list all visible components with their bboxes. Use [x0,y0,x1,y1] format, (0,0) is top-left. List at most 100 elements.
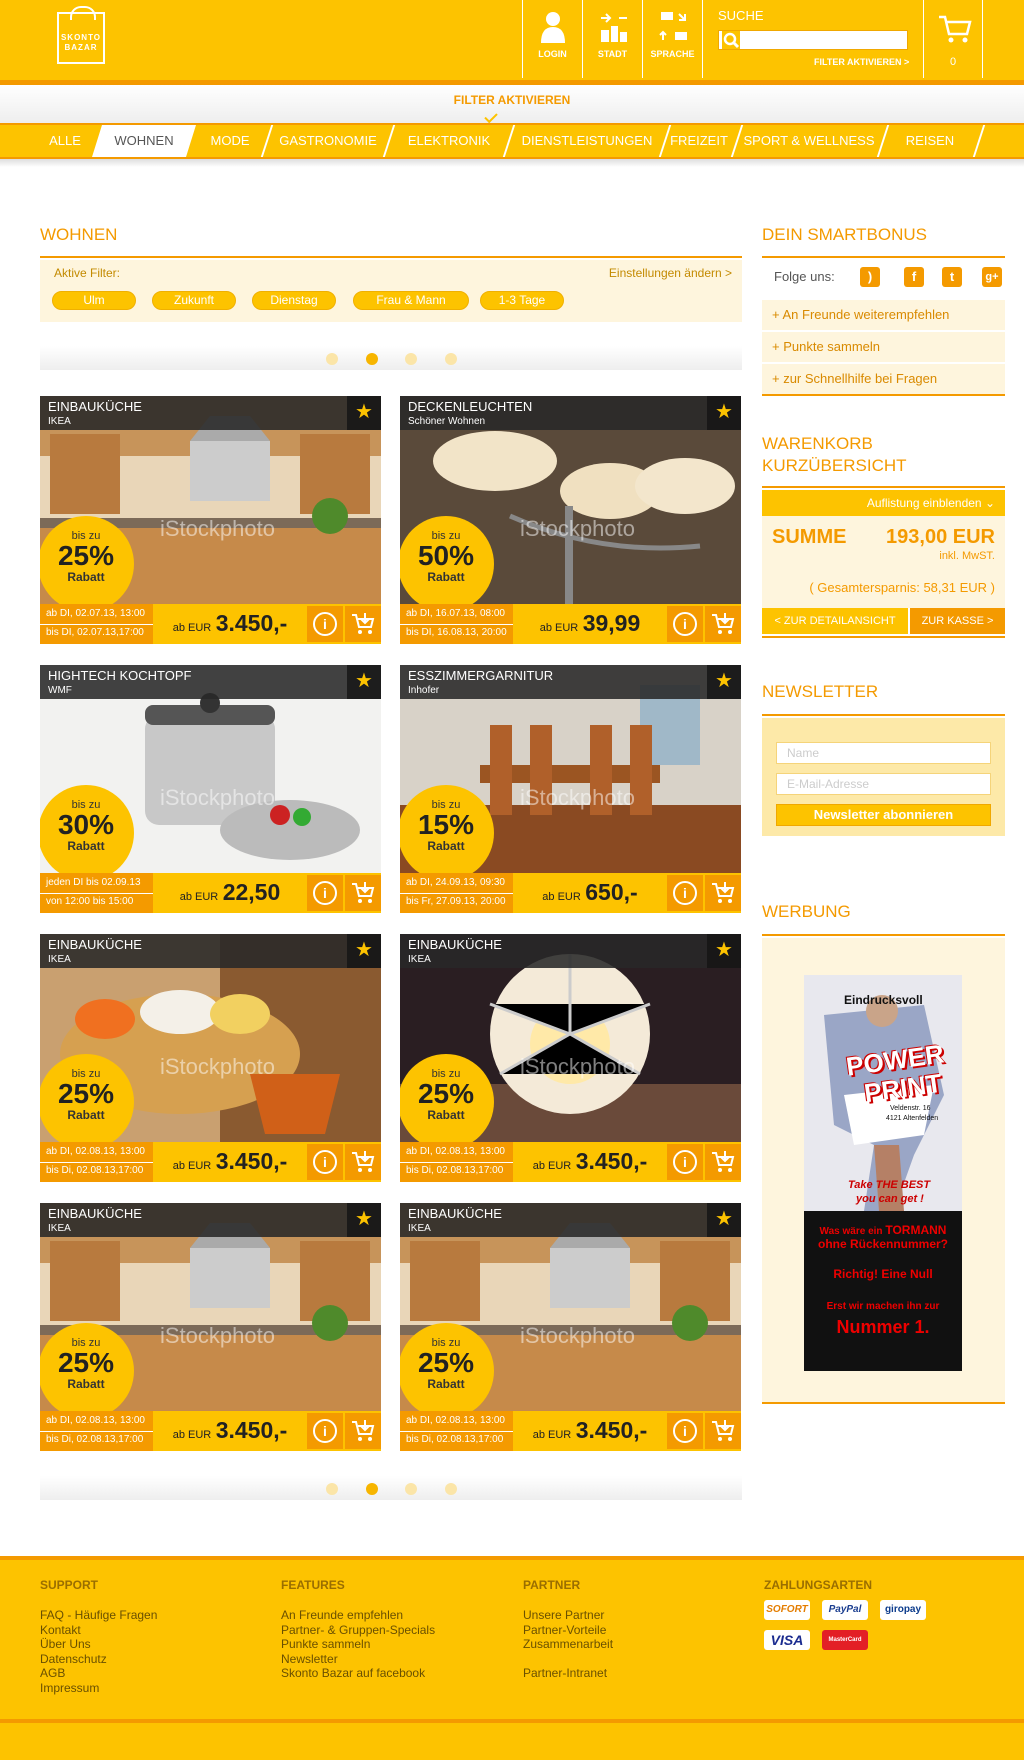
filter-bar[interactable]: FILTER AKTIVIEREN [0,85,1024,124]
change-settings-link[interactable]: Einstellungen ändern > [609,266,732,280]
add-to-cart-button[interactable] [705,1413,741,1449]
language-button[interactable]: SPRACHE [642,0,702,78]
nav-item-freizeit[interactable]: FREIZEIT [668,125,730,157]
mastercard-logo: MasterCard [822,1630,868,1650]
footer-link[interactable]: Datenschutz [40,1652,157,1667]
name-field[interactable]: Name [776,742,991,764]
google-plus-icon[interactable]: g+ [982,267,1002,287]
cart-button[interactable]: 0 [923,0,983,78]
pager-dot[interactable] [405,1483,417,1495]
product-card[interactable]: iStockphoto EINBAUKÜCHE IKEA ★ bis zu 25% Raba… [400,1203,741,1451]
footer-link[interactable]: Newsletter [281,1652,435,1667]
recommend-link[interactable]: + An Freunde weiterempfehlen [762,300,1005,330]
add-to-cart-button[interactable] [705,1144,741,1180]
footer-link[interactable]: Impressum [40,1681,157,1696]
favorite-star-icon[interactable]: ★ [347,934,381,968]
favorite-star-icon[interactable]: ★ [707,396,741,430]
cart-toggle[interactable]: Auflistung einblenden ⌄ [762,490,1005,516]
footer-link[interactable]: Partner- & Gruppen-Specials [281,1623,435,1638]
city-button[interactable]: STADT [582,0,642,78]
rss-icon[interactable]: ) [860,267,880,287]
nav-item-wohnen[interactable]: WOHNEN [92,125,196,157]
info-button[interactable]: i [307,875,343,911]
filter-chip[interactable]: Frau & Mann [353,291,469,310]
add-to-cart-button[interactable] [705,875,741,911]
nav-item-sport-wellness[interactable]: SPORT & WELLNESS [740,125,878,157]
footer-link[interactable]: Skonto Bazar auf facebook [281,1666,435,1681]
footer-link[interactable]: An Freunde empfehlen [281,1608,435,1623]
footer-link[interactable]: FAQ - Häufige Fragen [40,1608,157,1623]
favorite-star-icon[interactable]: ★ [347,665,381,699]
favorite-star-icon[interactable]: ★ [707,934,741,968]
footer-link[interactable]: Kontakt [40,1623,157,1638]
info-icon: i [313,612,337,636]
info-button[interactable]: i [667,606,703,642]
nav-item-alle[interactable]: ALLE [40,125,90,157]
info-button[interactable]: i [307,606,343,642]
product-card[interactable]: iStockphoto HIGHTECH KOCHTOPF WMF ★ bis zu 30… [40,665,381,913]
nav-item-elektronik[interactable]: ELEKTRONIK [394,125,504,157]
twitter-icon[interactable]: t [942,267,962,287]
facebook-icon[interactable]: f [904,267,924,287]
pager-dot-active[interactable] [366,1483,378,1495]
add-to-cart-button[interactable] [345,875,381,911]
logo[interactable]: SKONTO BAZAR [57,6,105,64]
pager-dot[interactable] [326,1483,338,1495]
footer-link[interactable]: Zusammenarbeit [523,1637,613,1652]
info-button[interactable]: i [667,1413,703,1449]
pager-dot[interactable] [445,1483,457,1495]
favorite-star-icon[interactable]: ★ [707,665,741,699]
product-card[interactable]: iStockphoto EINBAUKÜCHE IKEA ★ bis zu 25% Raba… [40,396,381,644]
nav-item-dienstleistungen[interactable]: DIENSTLEISTUNGEN [512,125,662,157]
login-button[interactable]: LOGIN [522,0,582,78]
detail-view-button[interactable]: < ZUR DETAILANSICHT [762,608,908,634]
add-to-cart-button[interactable] [345,1413,381,1449]
nav-item-gastronomie[interactable]: GASTRONOMIE [272,125,384,157]
help-link[interactable]: + zur Schnellhilfe bei Fragen [762,364,1005,394]
favorite-star-icon[interactable]: ★ [347,1203,381,1237]
pager-dot[interactable] [445,353,457,365]
product-card[interactable]: iStockphoto DECKENLEUCHTEN Schöner Wohnen ★… [400,396,741,644]
favorite-star-icon[interactable]: ★ [707,1203,741,1237]
add-to-cart-button[interactable] [705,606,741,642]
pager-dot[interactable] [405,353,417,365]
discount-badge: bis zu 25% Rabatt [40,516,134,612]
footer-link[interactable]: Partner-Vorteile [523,1623,613,1638]
flags-icon [659,12,687,40]
filter-chip[interactable]: Ulm [52,291,136,310]
add-to-cart-button[interactable] [345,1144,381,1180]
filter-chip[interactable]: Zukunft [152,291,236,310]
footer-link[interactable]: Punkte sammeln [281,1637,435,1652]
email-field[interactable]: E-Mail-Adresse [776,773,991,795]
product-card[interactable]: iStockphoto EINBAUKÜCHE IKEA ★ bis zu 25% Raba… [40,1203,381,1451]
info-button[interactable]: i [667,875,703,911]
favorite-star-icon[interactable]: ★ [347,396,381,430]
product-card[interactable]: iStockphoto EINBAUKÜCHE IKEA ★ bis zu 25% Raba… [400,934,741,1182]
footer-link[interactable]: Partner-Intranet [523,1666,613,1681]
search-input[interactable] [718,30,908,50]
card-subtitle: IKEA [48,416,71,427]
pager-dot[interactable] [326,353,338,365]
nav-item-mode[interactable]: MODE [198,125,262,157]
footer-link[interactable]: AGB [40,1666,157,1681]
info-button[interactable]: i [667,1144,703,1180]
checkout-button[interactable]: ZUR KASSE > [910,608,1005,634]
filter-chip[interactable]: Dienstag [252,291,336,310]
info-button[interactable]: i [307,1413,343,1449]
filter-chip[interactable]: 1-3 Tage [480,291,564,310]
collect-points-link[interactable]: + Punkte sammeln [762,332,1005,362]
ad-banner[interactable]: Eindrucksvoll POWER PRINT Veldenstr. 16 … [804,975,962,1371]
header: SKONTO BAZAR LOGIN STADT SPRACHE SUCHE FI… [0,0,1024,80]
info-button[interactable]: i [307,1144,343,1180]
add-to-cart-button[interactable] [345,606,381,642]
pager-dot-active[interactable] [366,353,378,365]
footer-link[interactable]: Unsere Partner [523,1608,613,1623]
sum-label: SUMME [772,526,847,548]
filter-activate-link[interactable]: FILTER AKTIVIEREN > [814,57,909,67]
nav-item-reisen[interactable]: REISEN [886,125,974,157]
search-icon[interactable] [722,31,740,49]
product-card[interactable]: iStockphoto EINBAUKÜCHE IKEA ★ bis zu 25% Raba… [40,934,381,1182]
product-card[interactable]: iStockphoto ESSZIMMERGARNITUR Inhofer ★ bis … [400,665,741,913]
footer-link[interactable]: Über Uns [40,1637,157,1652]
subscribe-button[interactable]: Newsletter abonnieren [776,804,991,826]
